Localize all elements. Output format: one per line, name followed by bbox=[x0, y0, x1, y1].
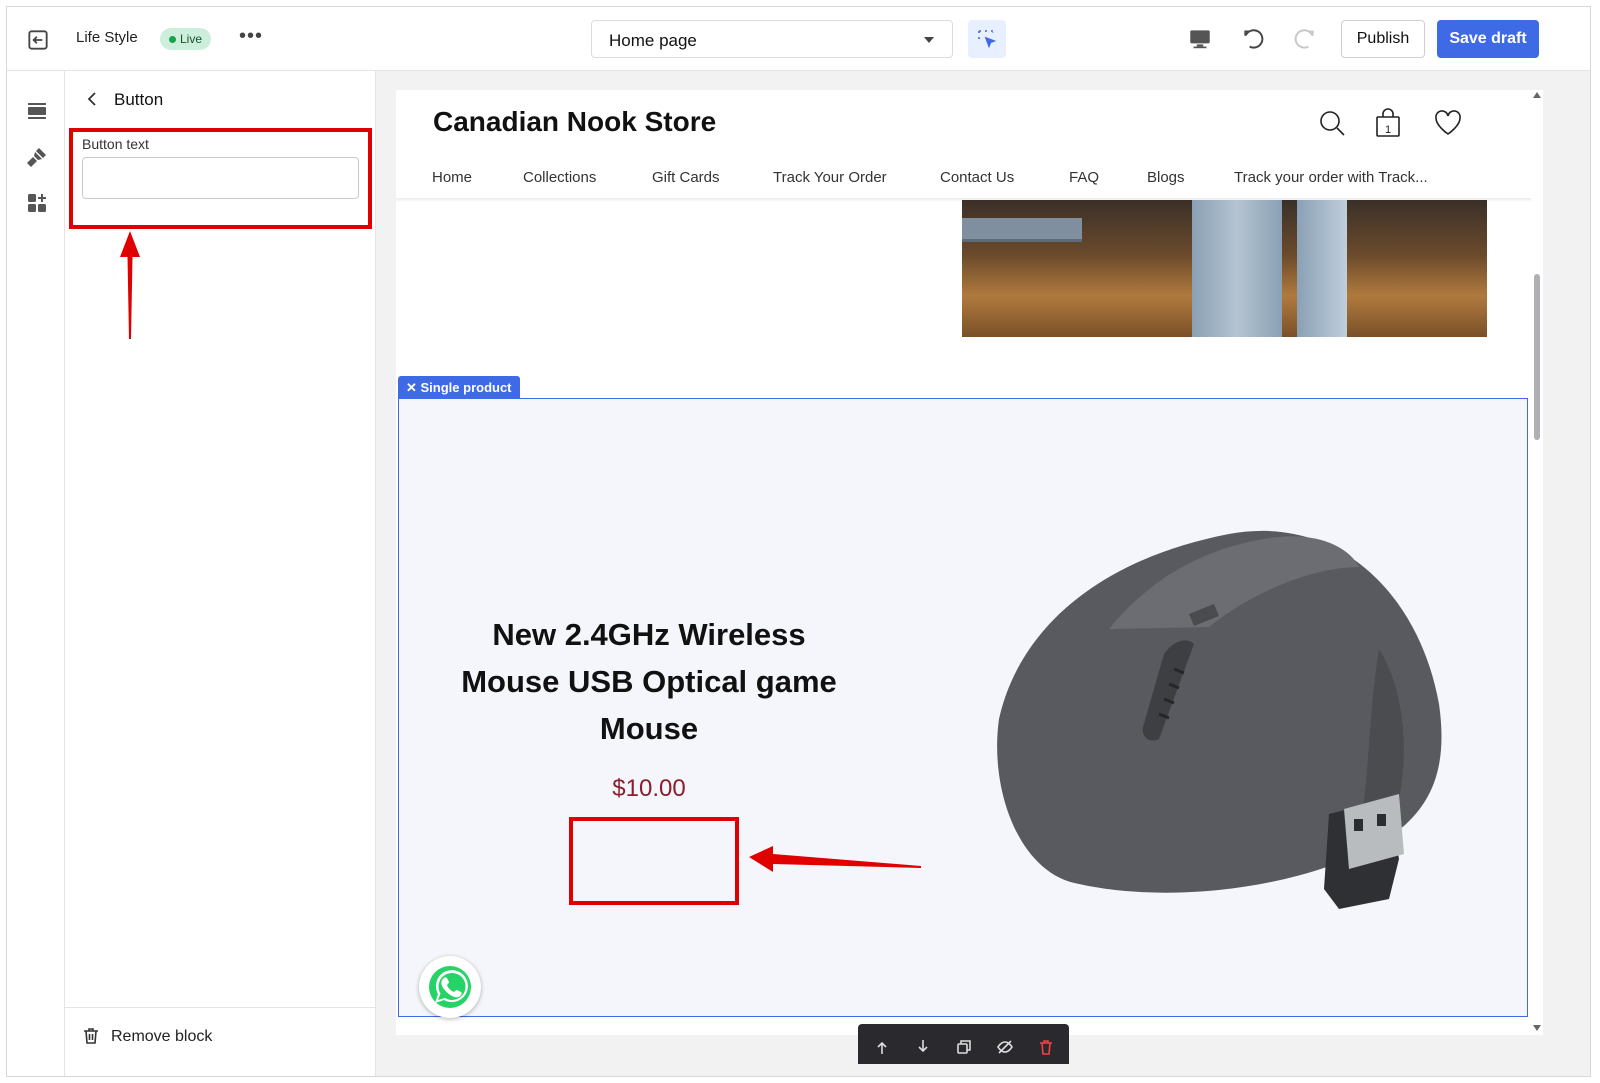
whatsapp-icon bbox=[429, 966, 471, 1008]
duplicate-icon[interactable] bbox=[955, 1038, 973, 1056]
publish-button[interactable]: Publish bbox=[1341, 20, 1425, 58]
remove-block-button[interactable]: Remove block bbox=[65, 1007, 376, 1076]
save-draft-button[interactable]: Save draft bbox=[1437, 20, 1539, 58]
product-image-mouse bbox=[997, 530, 1442, 909]
apps-add-icon[interactable] bbox=[25, 191, 49, 215]
back-arrow-icon[interactable] bbox=[83, 89, 103, 109]
sidebar-rail bbox=[7, 71, 65, 1076]
status-badge-label: Live bbox=[180, 32, 203, 46]
status-badge: Live bbox=[160, 28, 212, 50]
redo-icon[interactable] bbox=[1291, 26, 1317, 52]
inspect-select-button[interactable] bbox=[968, 20, 1006, 58]
nav-item-track-order-app[interactable]: Track your order with Track... bbox=[1234, 169, 1428, 186]
move-down-icon[interactable] bbox=[914, 1038, 932, 1056]
cart-count: 1 bbox=[1385, 124, 1392, 136]
live-dot-icon bbox=[169, 36, 176, 43]
store-name[interactable]: Canadian Nook Store bbox=[433, 106, 716, 138]
chevron-down-icon bbox=[924, 37, 934, 43]
delete-icon[interactable] bbox=[1037, 1038, 1055, 1056]
select-element-icon bbox=[978, 30, 997, 49]
annotation-arrow-left-icon bbox=[749, 846, 921, 872]
desktop-view-icon[interactable] bbox=[1187, 26, 1213, 52]
preview-scrollbar[interactable] bbox=[1531, 90, 1543, 1035]
store-preview: Canadian Nook Store 1 Home Collections G… bbox=[396, 90, 1531, 1035]
panel-title: Button bbox=[114, 90, 164, 109]
section-tag[interactable]: ✕ Single product bbox=[398, 376, 520, 400]
scroll-down-icon[interactable] bbox=[1533, 1025, 1541, 1031]
jeans-leg-shape bbox=[1192, 200, 1282, 337]
product-button-highlight[interactable] bbox=[569, 817, 739, 905]
remove-block-label: Remove block bbox=[111, 1028, 213, 1045]
product-price: $10.00 bbox=[612, 775, 686, 802]
move-up-icon[interactable] bbox=[873, 1038, 891, 1056]
nav-item-blogs[interactable]: Blogs bbox=[1147, 169, 1185, 186]
annotation-highlight-box bbox=[69, 128, 372, 229]
section-tag-label: Single product bbox=[420, 380, 512, 395]
theme-name: Life Style bbox=[76, 29, 138, 46]
close-icon[interactable]: ✕ bbox=[406, 380, 421, 395]
undo-icon[interactable] bbox=[1241, 26, 1267, 52]
whatsapp-chat-button[interactable] bbox=[419, 956, 481, 1018]
block-toolbar bbox=[858, 1024, 1069, 1064]
nav-item-gift-cards[interactable]: Gift Cards bbox=[652, 169, 720, 186]
single-product-section[interactable]: New 2.4GHz Wireless Mouse USB Optical ga… bbox=[398, 398, 1528, 1018]
nav-item-collections[interactable]: Collections bbox=[523, 169, 596, 186]
more-options-icon[interactable]: ••• bbox=[239, 25, 263, 48]
annotation-arrow-up-icon bbox=[120, 231, 140, 339]
search-icon[interactable] bbox=[1317, 108, 1347, 138]
theme-settings-brush-icon[interactable] bbox=[25, 145, 49, 169]
top-bar: Life Style Live ••• Home page Publish Sa… bbox=[7, 7, 1590, 71]
editor-window: Life Style Live ••• Home page Publish Sa… bbox=[6, 6, 1591, 1077]
hide-icon[interactable] bbox=[996, 1038, 1014, 1056]
wishlist-heart-icon[interactable] bbox=[1433, 108, 1463, 138]
nav-item-home[interactable]: Home bbox=[432, 169, 472, 186]
page-select-value: Home page bbox=[609, 31, 697, 50]
jeans-leg-shape bbox=[1297, 200, 1347, 337]
scroll-up-icon[interactable] bbox=[1533, 92, 1541, 98]
shelf-shape bbox=[962, 218, 1082, 242]
product-title: New 2.4GHz Wireless Mouse USB Optical ga… bbox=[461, 617, 837, 746]
scrollbar-thumb[interactable] bbox=[1534, 274, 1540, 440]
page-select[interactable]: Home page bbox=[591, 20, 953, 58]
nav-item-track-your-order[interactable]: Track Your Order bbox=[773, 169, 887, 186]
nav-item-contact-us[interactable]: Contact Us bbox=[940, 169, 1014, 186]
sections-icon[interactable] bbox=[25, 99, 49, 123]
exit-editor-icon[interactable] bbox=[25, 27, 51, 53]
block-settings-panel: Button Button text Remove block bbox=[65, 71, 376, 1076]
hero-image bbox=[962, 200, 1487, 337]
trash-icon bbox=[84, 1028, 98, 1044]
nav-item-faq[interactable]: FAQ bbox=[1069, 169, 1099, 186]
